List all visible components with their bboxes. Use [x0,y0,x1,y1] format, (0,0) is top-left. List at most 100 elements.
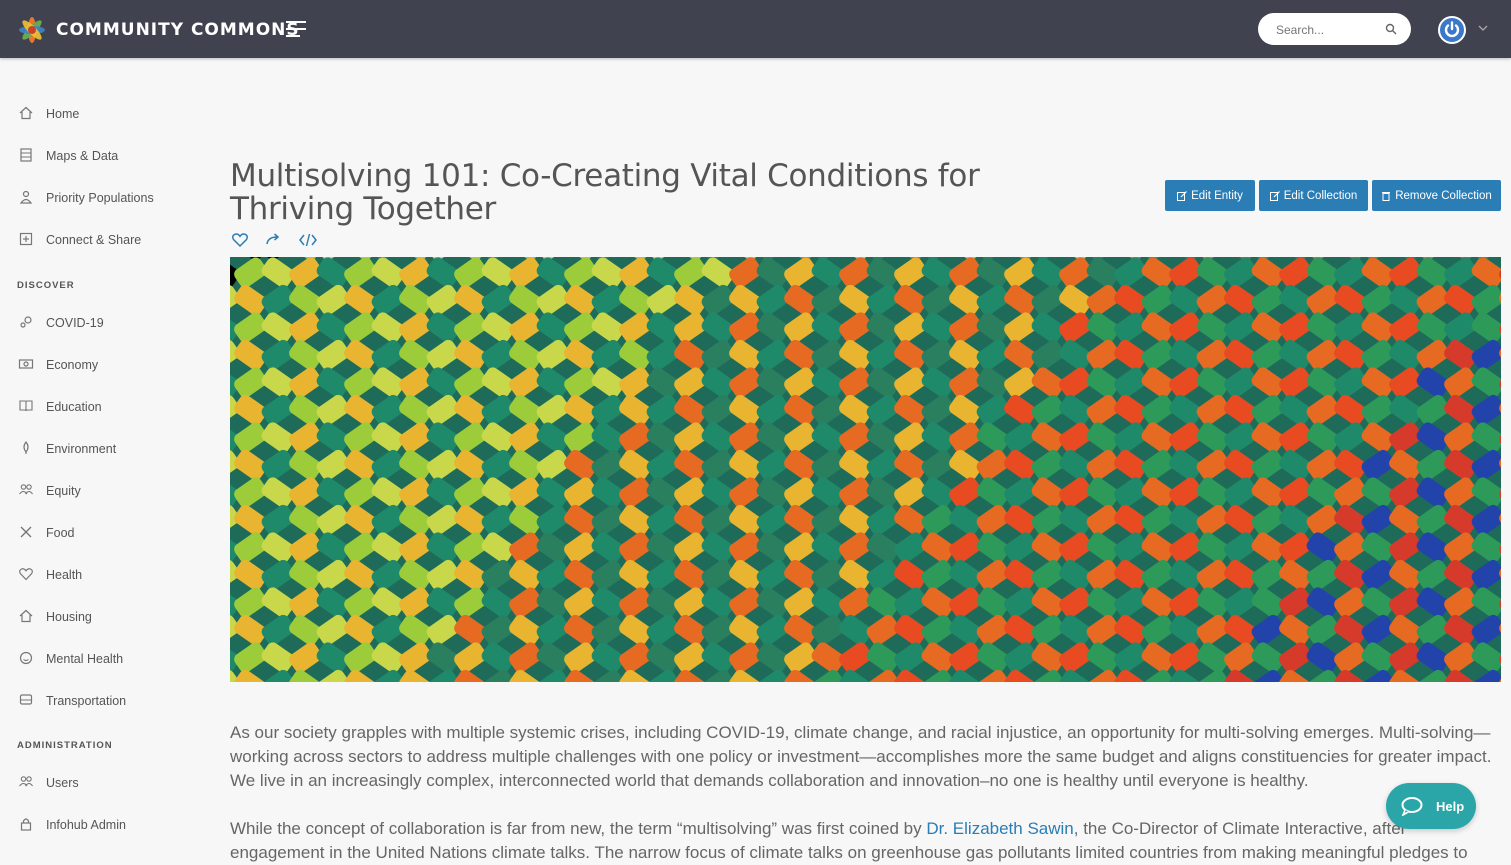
leaf-icon [18,440,36,458]
help-button[interactable]: Help [1386,783,1476,829]
sidebar-item-label: Connect & Share [46,233,142,247]
brand-name[interactable]: COMMUNITY COMMONS [56,20,300,40]
search-box [1258,13,1411,45]
edit-entity-label: Edit Entity [1191,189,1243,202]
remove-collection-label: Remove Collection [1395,189,1492,202]
body-paragraph-2: While the concept of collaboration is fa… [230,817,1505,865]
covid-icon [18,314,36,332]
yarn-stitch [1471,257,1501,288]
sidebar-item-label: Equity [46,484,81,498]
sidebar-item-label: Priority Populations [46,191,154,205]
edit-collection-label: Edit Collection [1283,189,1358,202]
yarn-stitch [1471,504,1501,536]
yarn-stitch [1471,477,1501,508]
sidebar-item-connect-share[interactable]: Connect & Share [18,229,141,251]
sidebar-item-covid-19[interactable]: COVID-19 [18,312,104,334]
yarn-stitch [1471,587,1501,618]
sidebar-item-economy[interactable]: Economy [18,354,98,376]
sidebar-item-priority-populations[interactable]: Priority Populations [18,187,154,209]
sidebar-item-mental-health[interactable]: Mental Health [18,648,123,670]
sidebar-item-label: Infohub Admin [46,818,126,832]
sidebar-item-label: Housing [46,610,92,624]
sidebar-item-equity[interactable]: Equity [18,480,81,502]
money-icon [18,356,36,374]
sidebar-item-maps-data[interactable]: Maps & Data [18,145,118,167]
edit-icon [1177,190,1188,201]
sidebar-item-label: Health [46,568,83,582]
user-avatar-button[interactable] [1438,16,1466,44]
sidebar-item-label: Mental Health [46,652,124,666]
yarn-stitch [1471,642,1501,673]
sidebar-item-label: Users [46,776,79,790]
sidebar-item-label: Education [46,400,102,414]
yarn-stitch [1499,257,1501,261]
yarn-stitch [1471,394,1501,426]
sidebar-item-health[interactable]: Health [18,564,82,586]
sidebar-item-label: Environment [46,442,117,456]
paragraph-text: While the concept of collaboration is fa… [230,819,927,838]
yarn-stitch [1471,284,1501,316]
smile-icon [18,650,36,668]
yarn-stitch [1471,559,1501,591]
page-title: Multisolving 101: Co-Creating Vital Cond… [230,158,980,227]
help-label: Help [1436,798,1465,814]
plus-square-icon [18,231,36,249]
maps-icon [18,147,36,165]
yarn-stitch [1471,422,1501,453]
yarn-stitch [1471,532,1501,563]
sidebar-item-label: COVID-19 [46,316,104,330]
yarn-stitch [230,257,240,261]
sidebar-item-infohub-admin[interactable]: Infohub Admin [18,814,126,836]
sidebar-item-label: Food [46,526,75,540]
sidebar-item-label: Home [46,107,80,121]
edit-entity-button[interactable]: Edit Entity [1165,180,1255,211]
sidebar-item-home[interactable]: Home [18,103,79,125]
search-icon[interactable] [1385,23,1397,35]
house-icon [18,608,36,626]
chevron-down-icon[interactable] [1478,24,1488,32]
section-label-administration: ADMINISTRATION [17,740,113,751]
community-commons-logo[interactable] [17,15,47,45]
search-input[interactable] [1274,20,1390,40]
sidebar-item-users[interactable]: Users [18,772,79,794]
bus-icon [18,692,36,710]
top-navigation-bar: COMMUNITY COMMONS [0,0,1511,58]
sidebar-item-label: Transportation [46,694,127,708]
users-icon [18,482,36,500]
edit-collection-button[interactable]: Edit Collection [1259,180,1368,211]
embed-code-icon[interactable] [298,230,318,250]
sidebar-item-label: Maps & Data [46,149,119,163]
people-icon [18,189,36,207]
share-icon[interactable] [264,230,284,250]
sidebar: Home Maps & Data Priority Populations Co… [0,58,200,864]
yarn-stitch [1471,449,1501,481]
title-action-icons [230,230,318,250]
home-icon [18,105,36,123]
sidebar-item-food[interactable]: Food [18,522,75,544]
yarn-stitch [1471,614,1501,646]
heart-icon[interactable] [230,230,250,250]
lock-icon [18,816,36,834]
yarn-stitch [1471,367,1501,398]
elizabeth-sawin-link[interactable]: Dr. Elizabeth Sawin [926,819,1073,838]
yarn-stitch [1471,339,1501,371]
heart-icon [18,566,36,584]
sidebar-item-education[interactable]: Education [18,396,102,418]
sidebar-item-transportation[interactable]: Transportation [18,690,126,712]
users-icon [18,774,36,792]
sidebar-item-environment[interactable]: Environment [18,438,116,460]
hero-image [230,257,1501,682]
section-label-discover: DISCOVER [17,280,75,291]
power-icon [1444,21,1460,38]
utensils-icon [18,524,36,542]
hamburger-menu-icon[interactable] [286,20,308,38]
sidebar-item-housing[interactable]: Housing [18,606,92,628]
body-paragraph-1: As our society grapples with multiple sy… [230,723,1492,790]
trash-icon [1382,191,1391,201]
sidebar-item-label: Economy [46,358,99,372]
remove-collection-button[interactable]: Remove Collection [1372,180,1501,211]
edit-icon [1269,190,1280,201]
woven-yarn-image [230,257,1501,682]
yarn-stitch [1471,312,1501,343]
book-icon [18,398,36,416]
